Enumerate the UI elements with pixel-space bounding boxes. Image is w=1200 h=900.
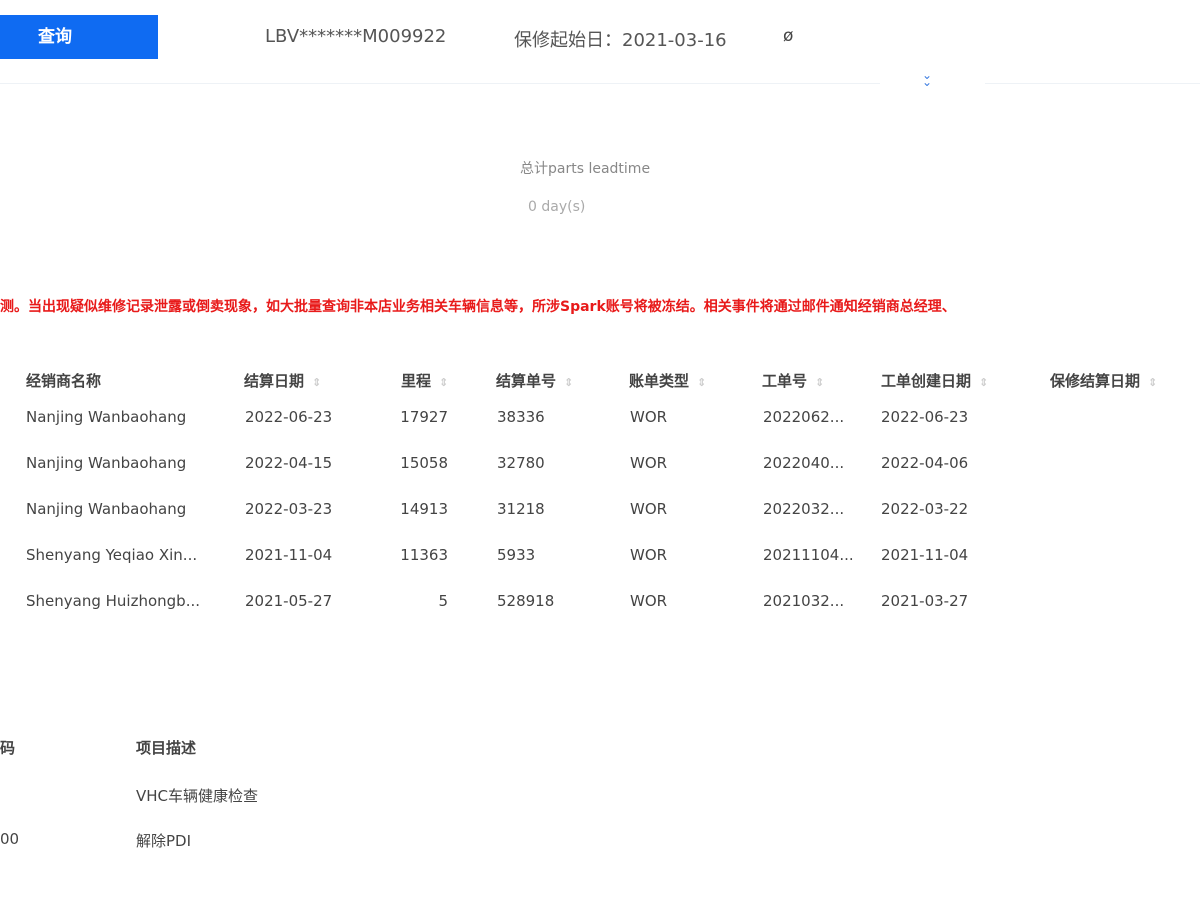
dealer-name: Nanjing Wanbaohang bbox=[26, 408, 187, 426]
summary-label: 总计parts leadtime bbox=[520, 161, 651, 177]
sort-icon[interactable]: ⇕ bbox=[312, 376, 321, 389]
table-row[interactable]: Shenyang Huizhongb... 2021-05-27 5 528918 WO… bbox=[0, 592, 1200, 638]
bill-type: WOR bbox=[630, 546, 668, 564]
table-row[interactable]: Nanjing Wanbaohang 2022-04-15 15058 32780 WO… bbox=[0, 454, 1200, 500]
sort-icon[interactable]: ⇕ bbox=[979, 376, 988, 389]
col-bill-type[interactable]: 账单类型 ⇕ bbox=[629, 370, 706, 391]
wo-no: 20211104... bbox=[763, 546, 854, 564]
item-desc: 解除PDI bbox=[136, 832, 192, 850]
settle-no: 32780 bbox=[497, 454, 545, 472]
wo-date: 2021-11-04 bbox=[881, 546, 969, 564]
table-row[interactable]: Shenyang Yeqiao Xin... 2021-11-04 11363 593… bbox=[0, 546, 1200, 592]
table-row[interactable]: Nanjing Wanbaohang 2022-03-23 14913 31218 WO… bbox=[0, 500, 1200, 546]
wo-no: 2022040... bbox=[763, 454, 845, 472]
col-warranty-date[interactable]: 保修结算日期 ⇕ bbox=[1050, 370, 1157, 391]
settle-no: 31218 bbox=[497, 500, 545, 518]
mileage: 14913 bbox=[400, 500, 448, 518]
wo-date: 2022-03-22 bbox=[881, 500, 969, 518]
wo-date: 2022-04-06 bbox=[881, 454, 969, 472]
double-chevron-down-icon[interactable]: ⌄ ⌄ bbox=[922, 69, 932, 88]
sort-icon[interactable]: ⇕ bbox=[439, 376, 448, 389]
settle-no: 5933 bbox=[497, 546, 536, 564]
query-button[interactable]: 查询 bbox=[0, 15, 158, 59]
mileage: 11363 bbox=[400, 546, 448, 564]
settle-date: 2021-05-27 bbox=[245, 592, 333, 610]
bill-type: WOR bbox=[630, 454, 668, 472]
table-body[interactable]: Nanjing Wanbaohang2022-06-231792738340WO… bbox=[0, 398, 1200, 656]
col-mileage[interactable]: 里程 ⇕ bbox=[401, 370, 448, 391]
col-settle-no[interactable]: 结算单号 ⇕ bbox=[496, 370, 573, 391]
sort-icon[interactable]: ⇕ bbox=[1148, 376, 1157, 389]
wo-no: 2021032... bbox=[763, 592, 845, 610]
col-wo-date[interactable]: 工单创建日期 ⇕ bbox=[881, 370, 988, 391]
items-col-desc: 项目描述 bbox=[136, 739, 197, 757]
bill-type: WOR bbox=[630, 500, 668, 518]
settle-date: 2022-03-23 bbox=[245, 500, 333, 518]
bill-type: WOR bbox=[630, 592, 668, 610]
summary-value: 0 day(s) bbox=[528, 199, 586, 215]
settle-date: 2021-11-04 bbox=[245, 546, 333, 564]
divider bbox=[0, 83, 880, 84]
item-code: 00 bbox=[0, 830, 20, 848]
col-settle-date[interactable]: 结算日期 ⇕ bbox=[244, 370, 321, 391]
divider bbox=[985, 83, 1200, 84]
sort-icon[interactable]: ⇕ bbox=[564, 376, 573, 389]
table-row[interactable]: Nanjing Wanbaohang2022-06-231792738340WO… bbox=[0, 398, 1200, 408]
eye-slash-icon[interactable]: ø bbox=[783, 26, 793, 46]
settle-no: 38336 bbox=[497, 408, 545, 426]
sort-icon[interactable]: ⇕ bbox=[815, 376, 824, 389]
col-wo-no[interactable]: 工单号 ⇕ bbox=[762, 370, 824, 391]
dealer-name: Shenyang Huizhongb... bbox=[26, 592, 200, 610]
table-row[interactable]: Nanjing Wanbaohang 2022-06-23 17927 38336 WO… bbox=[0, 408, 1200, 454]
wo-date: 2022-06-23 bbox=[881, 408, 969, 426]
col-dealer: 经销商名称 bbox=[26, 372, 102, 390]
mileage: 5 bbox=[438, 592, 448, 610]
wo-no: 2022032... bbox=[763, 500, 845, 518]
warning-notice: 测。当出现疑似维修记录泄露或倒卖现象，如大批量查询非本店业务相关车辆信息等，所涉… bbox=[0, 299, 956, 315]
settle-date: 2022-06-23 bbox=[245, 408, 333, 426]
settle-no: 528918 bbox=[497, 592, 555, 610]
items-col-code: 码 bbox=[0, 739, 16, 757]
item-desc: VHC车辆健康检查 bbox=[136, 787, 259, 805]
mileage: 15058 bbox=[400, 454, 448, 472]
vin-text: LBV*******M009922 bbox=[265, 26, 447, 47]
bill-type: WOR bbox=[630, 408, 668, 426]
sort-icon[interactable]: ⇕ bbox=[697, 376, 706, 389]
settle-date: 2022-04-15 bbox=[245, 454, 333, 472]
dealer-name: Shenyang Yeqiao Xin... bbox=[26, 546, 198, 564]
wo-no: 2022062... bbox=[763, 408, 845, 426]
warranty-start-date: 保修起始日：2021-03-16 bbox=[514, 30, 727, 51]
dealer-name: Nanjing Wanbaohang bbox=[26, 454, 187, 472]
mileage: 17927 bbox=[400, 408, 448, 426]
wo-date: 2021-03-27 bbox=[881, 592, 969, 610]
dealer-name: Nanjing Wanbaohang bbox=[26, 500, 187, 518]
